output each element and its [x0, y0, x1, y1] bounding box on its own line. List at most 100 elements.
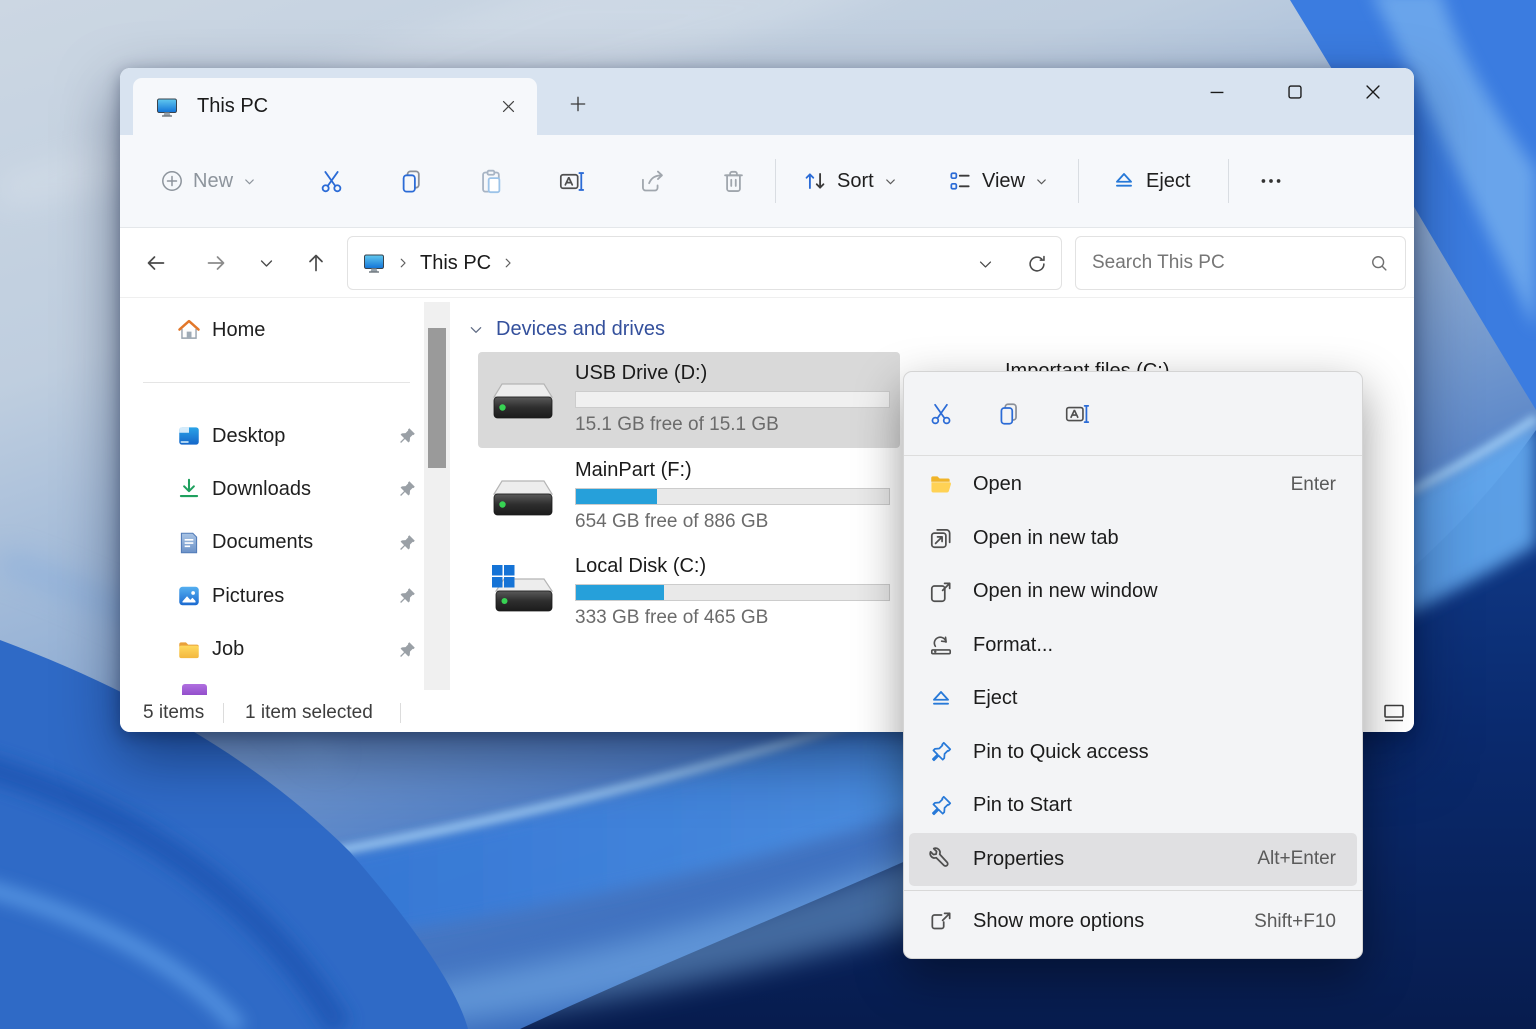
menu-item-pin-start[interactable]: Pin to Start [909, 779, 1357, 833]
menu-item-label: Format... [973, 634, 1053, 657]
rename-button[interactable] [1053, 390, 1101, 438]
sidebar-item-desktop[interactable]: Desktop [130, 410, 417, 462]
search-box[interactable]: Search This PC [1075, 236, 1406, 290]
items-count: 5 items [143, 702, 204, 724]
cut-icon [928, 401, 954, 427]
arrow-up-icon [304, 251, 328, 275]
pin-icon [396, 585, 418, 607]
more-options-button[interactable] [1243, 153, 1299, 209]
drive-tile-local-disk[interactable]: Local Disk (C:) 333 GB free of 465 GB [478, 545, 900, 641]
drive-tile-mainpart[interactable]: MainPart (F:) 654 GB free of 886 GB [478, 449, 900, 545]
menu-item-open-new-window[interactable]: Open in new window [909, 565, 1357, 619]
pin-icon [928, 793, 954, 819]
menu-item-format[interactable]: Format... [909, 619, 1357, 673]
sort-button[interactable]: Sort [792, 153, 908, 209]
open-new-window-icon [928, 579, 954, 605]
rename-icon [1064, 401, 1090, 427]
sidebar-item-job[interactable]: Job [130, 624, 417, 676]
recent-locations-button[interactable] [244, 241, 288, 285]
eject-button[interactable]: Eject [1101, 153, 1209, 209]
menu-item-label: Open [973, 473, 1022, 496]
delete-button[interactable] [705, 153, 761, 209]
drive-tile-usb[interactable]: USB Drive (D:) 15.1 GB free of 15.1 GB [478, 352, 900, 448]
pin-icon [928, 739, 954, 765]
copy-button[interactable] [383, 153, 439, 209]
sidebar-item-downloads[interactable]: Downloads [130, 463, 417, 515]
drive-free-space: 15.1 GB free of 15.1 GB [575, 414, 779, 436]
sidebar-item-partial[interactable] [182, 684, 207, 695]
cut-button[interactable] [917, 390, 965, 438]
scrollbar-thumb[interactable] [428, 328, 446, 468]
document-icon [176, 530, 202, 556]
tab-bar: This PC [120, 68, 1414, 135]
minimize-icon [1206, 81, 1228, 103]
share-button[interactable] [624, 153, 680, 209]
menu-item-label: Show more options [973, 910, 1144, 933]
menu-item-shortcut: Alt+Enter [1257, 848, 1336, 870]
menu-item-eject[interactable]: Eject [909, 672, 1357, 726]
navigation-pane: Home Desktop [120, 298, 425, 695]
group-title: Devices and drives [496, 318, 665, 341]
paste-button[interactable] [463, 153, 519, 209]
address-dropdown-button[interactable] [965, 244, 1005, 284]
copy-button[interactable] [985, 390, 1033, 438]
sidebar-item-label: Downloads [212, 478, 311, 501]
new-button[interactable]: New [150, 153, 267, 209]
address-bar-row: This PC Search This PC [120, 228, 1414, 298]
close-window-button[interactable] [1334, 68, 1412, 115]
devices-and-drives-header[interactable]: Devices and drives [468, 318, 665, 341]
menu-item-properties[interactable]: Properties Alt+Enter [909, 833, 1357, 887]
chevron-right-icon [501, 256, 515, 270]
menu-item-pin-quick-access[interactable]: Pin to Quick access [909, 726, 1357, 780]
minimize-button[interactable] [1178, 68, 1256, 115]
sidebar-item-pictures[interactable]: Pictures [130, 570, 417, 622]
drive-name: Local Disk (C:) [575, 555, 706, 578]
eject-icon [928, 686, 954, 712]
arrow-left-icon [144, 251, 168, 275]
usb-drive-icon [488, 370, 558, 432]
chevron-down-icon [258, 255, 275, 272]
chevron-down-icon [468, 322, 484, 338]
view-toggle-icon[interactable] [1384, 704, 1404, 722]
sidebar-item-home[interactable]: Home [130, 304, 417, 356]
menu-item-label: Pin to Quick access [973, 741, 1149, 764]
menu-item-label: Open in new tab [973, 527, 1119, 550]
menu-item-label: Open in new window [973, 580, 1158, 603]
breadcrumb-this-pc[interactable]: This PC [420, 252, 491, 275]
capacity-bar [575, 391, 890, 408]
sidebar-item-documents[interactable]: Documents [130, 517, 417, 569]
menu-item-open[interactable]: Open Enter [909, 458, 1357, 512]
sidebar-scrollbar[interactable] [424, 302, 450, 690]
window-controls [1178, 68, 1412, 115]
view-button[interactable]: View [937, 153, 1059, 209]
desktop-icon [176, 423, 202, 449]
back-button[interactable] [134, 241, 178, 285]
new-tab-button[interactable] [558, 84, 598, 124]
rename-button[interactable] [543, 153, 599, 209]
context-menu: Open Enter Open in new tab Open in new w… [903, 371, 1363, 959]
context-menu-items: Open Enter Open in new tab Open in new w… [904, 456, 1362, 949]
maximize-button[interactable] [1256, 68, 1334, 115]
tab-close-button[interactable] [491, 90, 525, 124]
refresh-button[interactable] [1017, 244, 1057, 284]
sidebar-item-label: Documents [212, 531, 313, 554]
download-icon [176, 476, 202, 502]
cut-button[interactable] [303, 153, 359, 209]
pictures-icon [176, 583, 202, 609]
new-button-label: New [193, 170, 233, 193]
breadcrumb-bar[interactable]: This PC [347, 236, 1062, 290]
share-icon [639, 168, 666, 195]
close-icon [500, 98, 517, 115]
menu-item-show-more-options[interactable]: Show more options Shift+F10 [909, 895, 1357, 949]
tab-this-pc[interactable]: This PC [133, 78, 537, 135]
menu-item-open-new-tab[interactable]: Open in new tab [909, 512, 1357, 566]
sidebar-item-label: Pictures [212, 585, 284, 608]
maximize-icon [1284, 81, 1306, 103]
up-button[interactable] [294, 241, 338, 285]
search-icon [1369, 253, 1389, 273]
toolbar-divider [775, 159, 776, 203]
capacity-bar-fill [576, 585, 664, 600]
forward-button[interactable] [194, 241, 238, 285]
desktop-screen: This PC [0, 0, 1536, 1029]
sort-icon [802, 168, 828, 194]
